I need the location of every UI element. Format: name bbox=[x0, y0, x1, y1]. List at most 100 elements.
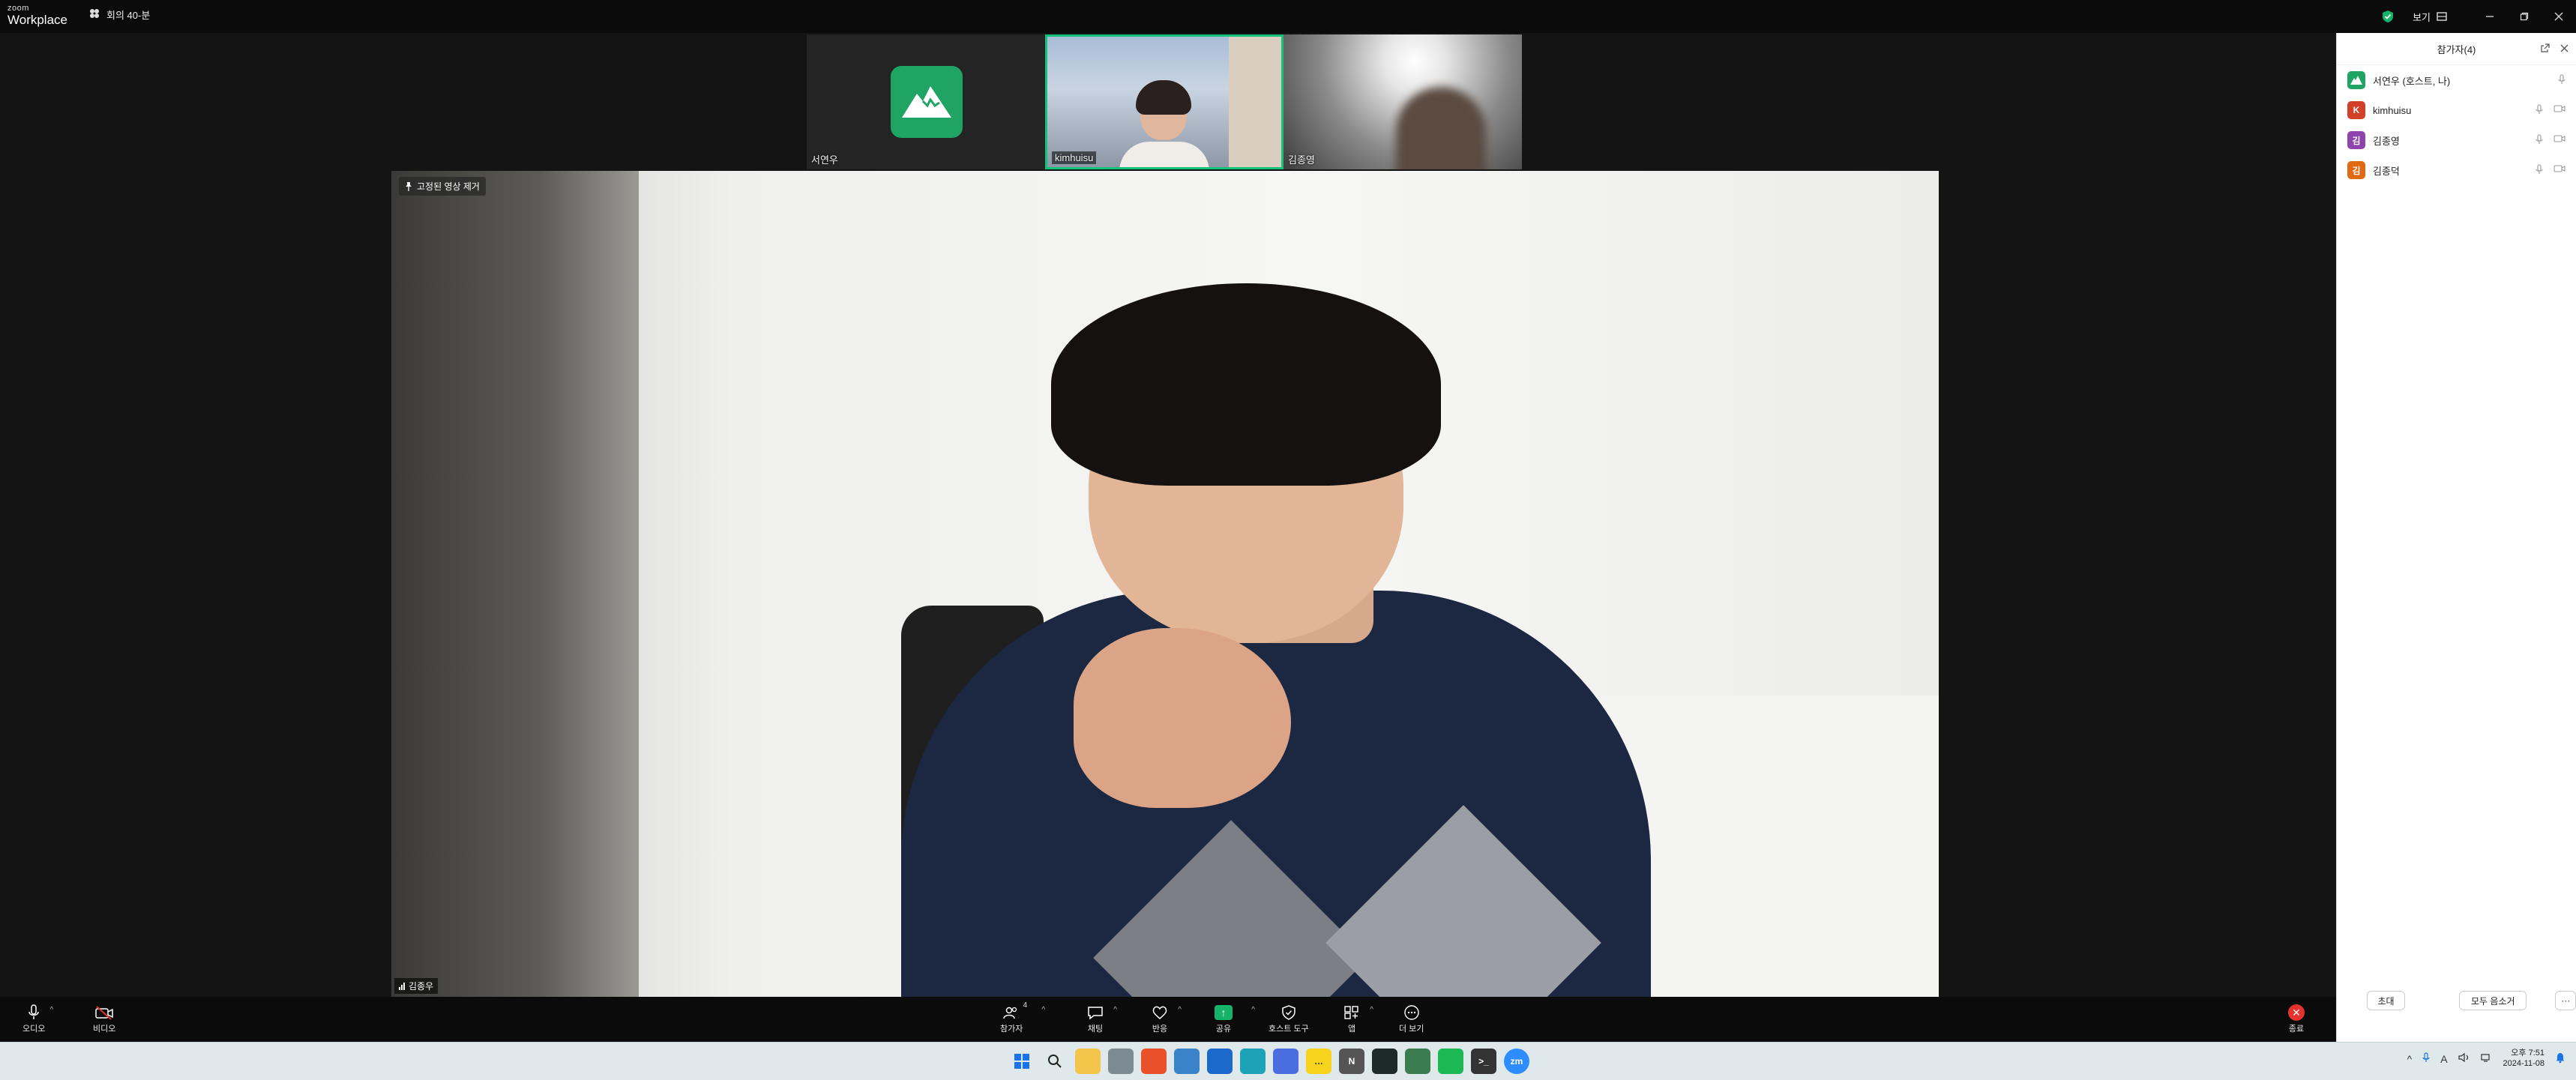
chevron-up-icon[interactable]: ^ bbox=[1370, 1006, 1373, 1014]
search-icon[interactable] bbox=[1042, 1049, 1068, 1074]
invite-button[interactable]: 초대 bbox=[2367, 991, 2406, 1010]
window-controls: 보기 bbox=[2381, 0, 2576, 33]
notion-icon[interactable]: N bbox=[1339, 1049, 1364, 1074]
minimize-icon bbox=[2486, 16, 2494, 17]
react-button[interactable]: ^ 반응 bbox=[1152, 1003, 1182, 1034]
thumbnail-participant-1[interactable]: 서연우 bbox=[807, 34, 1045, 169]
command-prompt-icon[interactable]: >_ bbox=[1471, 1049, 1496, 1074]
git-app-icon[interactable] bbox=[1405, 1049, 1430, 1074]
start-menu-icon[interactable] bbox=[1009, 1049, 1035, 1074]
more-options-button[interactable]: ··· bbox=[2555, 991, 2576, 1010]
mountain-avatar-icon bbox=[902, 86, 951, 118]
more-label: 더 보기 bbox=[1399, 1025, 1424, 1034]
share-arrow-icon: ↑ bbox=[1215, 1005, 1233, 1020]
thumbnail-name: 김종영 bbox=[1288, 154, 1315, 166]
host-tools-button[interactable]: 호스트 도구 bbox=[1269, 1003, 1309, 1034]
meeting-info-button[interactable]: 회의 40-분 bbox=[88, 7, 150, 22]
input-language-indicator[interactable]: A bbox=[2440, 1053, 2447, 1065]
audio-button[interactable]: ^ 오디오 bbox=[22, 1003, 53, 1034]
more-dots-icon bbox=[1404, 1005, 1419, 1020]
end-meeting-button[interactable]: ✕ 종료 bbox=[2288, 1003, 2305, 1034]
chevron-up-icon[interactable]: ^ bbox=[1251, 1006, 1255, 1014]
main-video-feed[interactable]: 고정된 영상 제거 김종우 bbox=[391, 171, 1939, 997]
security-shield-icon[interactable] bbox=[2381, 10, 2395, 23]
system-clock[interactable]: 오후 7:51 2024-11-08 bbox=[2503, 1049, 2545, 1070]
view-menu-button[interactable]: 보기 bbox=[2413, 10, 2447, 24]
chevron-up-icon[interactable]: ^ bbox=[49, 1006, 53, 1014]
chevron-up-icon[interactable]: ^ bbox=[1041, 1006, 1045, 1014]
video-camera-icon[interactable] bbox=[2554, 104, 2566, 117]
video-camera-icon[interactable] bbox=[2554, 164, 2566, 177]
participant-avatar: 김 bbox=[2347, 161, 2365, 179]
participant-avatar: 김 bbox=[2347, 131, 2365, 149]
thumbnail-participant-3[interactable]: 김종영 bbox=[1284, 34, 1522, 169]
thumbnail-participant-2[interactable]: kimhuisu bbox=[1045, 34, 1284, 169]
chevron-up-icon[interactable]: ^ bbox=[1178, 1006, 1182, 1014]
calculator-icon[interactable] bbox=[1108, 1049, 1134, 1074]
mountain-avatar-icon bbox=[2350, 76, 2362, 85]
speaker-name: 김종우 bbox=[409, 981, 434, 992]
close-panel-icon[interactable] bbox=[2560, 43, 2569, 55]
kakaotalk-icon[interactable]: … bbox=[1306, 1049, 1331, 1074]
mic-icon[interactable] bbox=[2536, 133, 2543, 147]
video-camera-icon[interactable] bbox=[2554, 134, 2566, 147]
browser-icon[interactable] bbox=[1240, 1049, 1266, 1074]
participant-row[interactable]: 김 김종영 bbox=[2337, 125, 2576, 155]
restore-icon bbox=[2520, 12, 2529, 21]
notification-bell-icon[interactable] bbox=[2555, 1052, 2566, 1066]
video-off-icon bbox=[95, 1006, 113, 1020]
remove-pinned-video-button[interactable]: 고정된 영상 제거 bbox=[399, 177, 486, 196]
participant-name: 김종영 bbox=[2373, 135, 2400, 147]
signal-strength-icon bbox=[399, 982, 405, 990]
chevron-up-icon[interactable]: ^ bbox=[1113, 1006, 1117, 1014]
mic-icon[interactable] bbox=[2558, 73, 2566, 87]
notepad-icon[interactable] bbox=[1174, 1049, 1200, 1074]
apps-button[interactable]: ^ 앱 bbox=[1343, 1003, 1373, 1034]
participant-row[interactable]: 김 김종덕 bbox=[2337, 155, 2576, 185]
close-window-button[interactable] bbox=[2542, 0, 2576, 33]
chat-label: 채팅 bbox=[1087, 1025, 1104, 1034]
mic-icon[interactable] bbox=[2536, 103, 2543, 117]
volume-icon[interactable] bbox=[2458, 1052, 2470, 1065]
close-icon bbox=[2554, 12, 2563, 21]
shield-icon bbox=[1282, 1005, 1295, 1020]
mute-all-button[interactable]: 모두 음소거 bbox=[2459, 991, 2527, 1010]
logo-line-1: zoom bbox=[7, 4, 29, 13]
zoom-app-icon[interactable]: zm bbox=[1504, 1049, 1529, 1074]
restore-button[interactable] bbox=[2507, 0, 2542, 33]
clock-time: 오후 7:51 bbox=[2511, 1049, 2545, 1058]
spotify-icon[interactable] bbox=[1438, 1049, 1463, 1074]
network-icon[interactable] bbox=[2480, 1052, 2493, 1065]
video-button[interactable]: 비디오 bbox=[93, 1003, 115, 1034]
host-tools-label: 호스트 도구 bbox=[1269, 1025, 1309, 1034]
apps-label: 앱 bbox=[1347, 1025, 1356, 1034]
pin-icon bbox=[406, 181, 412, 191]
microphone-tray-icon[interactable] bbox=[2422, 1052, 2430, 1065]
messenger-icon[interactable] bbox=[1273, 1049, 1298, 1074]
meeting-label: 회의 40-분 bbox=[106, 10, 151, 21]
clock-date: 2024-11-08 bbox=[2503, 1058, 2545, 1068]
share-button[interactable]: ↑ ^ 공유 bbox=[1215, 1003, 1255, 1034]
office-app-icon[interactable] bbox=[1141, 1049, 1167, 1074]
chat-button[interactable]: ^ 채팅 bbox=[1087, 1003, 1117, 1034]
minimize-button[interactable] bbox=[2473, 0, 2507, 33]
thumbnail-strip: 서연우 kimhuisu 김종영 bbox=[807, 34, 1522, 169]
participant-name: 김종덕 bbox=[2373, 165, 2400, 177]
end-call-icon: ✕ bbox=[2288, 1004, 2305, 1021]
participants-button[interactable]: 4 ^ 참가자 bbox=[1000, 1001, 1045, 1034]
file-explorer-icon[interactable] bbox=[1075, 1049, 1101, 1074]
chevron-up-icon[interactable]: ^ bbox=[2407, 1053, 2413, 1065]
participant-row[interactable]: K kimhuisu bbox=[2337, 95, 2576, 125]
participant-avatar: K bbox=[2347, 101, 2365, 119]
terminal-app-icon[interactable] bbox=[1372, 1049, 1397, 1074]
video-stage: 서연우 kimhuisu 김종영 고정된 영상 제거 김종우 bbox=[0, 33, 2336, 997]
meeting-toolbar: ^ 오디오 비디오 4 ^ 참가자 ^ 채팅 ^ 반응 ↑ ^ 공유 호스트 도… bbox=[0, 997, 2336, 1042]
vscode-icon[interactable] bbox=[1207, 1049, 1233, 1074]
pop-out-icon[interactable] bbox=[2541, 43, 2550, 55]
os-taskbar: … N >_ zm ^ A 오후 7:51 2024-11-08 bbox=[0, 1042, 2576, 1080]
more-button[interactable]: 더 보기 bbox=[1399, 1003, 1424, 1034]
end-label: 종료 bbox=[2288, 1025, 2305, 1034]
participant-row[interactable]: 서연우 (호스트, 나) bbox=[2337, 65, 2576, 95]
mic-icon[interactable] bbox=[2536, 163, 2543, 177]
camera-feed bbox=[1284, 34, 1522, 169]
